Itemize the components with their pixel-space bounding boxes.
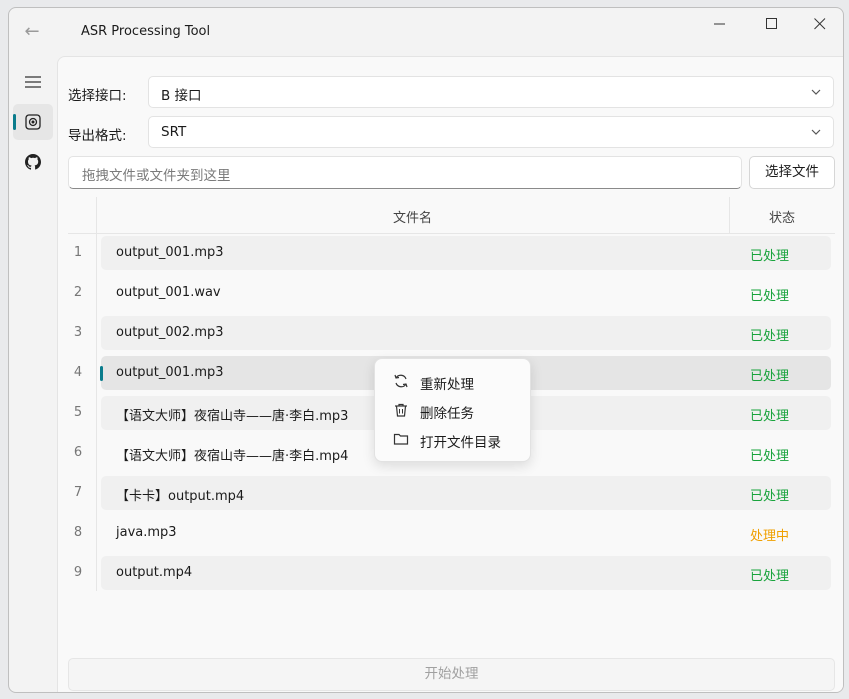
- menu-item-reprocess[interactable]: 重新处理: [375, 367, 530, 395]
- close-button[interactable]: [797, 8, 843, 40]
- maximize-button[interactable]: [749, 8, 795, 40]
- table-row[interactable]: 3 output_002.mp3 已处理: [68, 316, 835, 352]
- row-background: [101, 556, 831, 590]
- title-bar: ← ASR Processing Tool: [9, 8, 843, 56]
- folder-icon: [393, 433, 409, 445]
- minimize-button[interactable]: [697, 8, 743, 40]
- select-file-button[interactable]: 选择文件: [749, 156, 835, 189]
- selection-indicator: [100, 366, 103, 381]
- table-row[interactable]: 2 output_001.wav 已处理: [68, 276, 835, 312]
- sidebar-item-asr[interactable]: [13, 104, 53, 140]
- status-text: 已处理: [750, 369, 790, 384]
- sidebar-item-github[interactable]: [13, 144, 53, 180]
- close-icon: [814, 18, 826, 30]
- trash-icon: [395, 403, 407, 417]
- context-menu: 重新处理 删除任务 打开文件目录: [374, 358, 531, 462]
- refresh-icon: [394, 374, 408, 388]
- file-name: output_001.mp3: [116, 245, 224, 260]
- file-name: 【语文大师】夜宿山寺——唐·李白.mp4: [116, 449, 349, 464]
- status-text: 已处理: [750, 329, 790, 344]
- hamburger-icon: [25, 76, 41, 88]
- table-row[interactable]: 1 output_001.mp3 已处理: [68, 236, 835, 272]
- file-name: output_001.mp3: [116, 365, 224, 380]
- maximize-icon: [766, 18, 777, 29]
- table-row[interactable]: 7 【卡卡】output.mp4 已处理: [68, 476, 835, 512]
- api-select[interactable]: B 接口: [148, 76, 834, 108]
- row-number: 4: [73, 365, 83, 380]
- drop-placeholder: 拖拽文件或文件夹到这里: [82, 168, 231, 184]
- app-window: ← ASR Processing Tool 选择接口: B 接口 导出格式: S…: [8, 7, 844, 693]
- format-select[interactable]: SRT: [148, 116, 834, 148]
- window-title: ASR Processing Tool: [81, 24, 211, 39]
- github-icon: [25, 154, 41, 170]
- header-status[interactable]: 状态: [769, 207, 795, 226]
- drop-input[interactable]: 拖拽文件或文件夹到这里: [68, 156, 742, 189]
- table-header: 文件名 状态: [68, 197, 835, 234]
- file-name: output_001.wav: [116, 285, 221, 300]
- menu-item-open-folder[interactable]: 打开文件目录: [375, 425, 530, 453]
- row-number: 5: [73, 405, 83, 420]
- minimize-icon: [714, 23, 725, 25]
- sidebar: [9, 56, 57, 692]
- active-indicator: [13, 114, 16, 130]
- menu-item-delete[interactable]: 删除任务: [375, 396, 530, 424]
- row-number: 2: [73, 285, 83, 300]
- row-number: 8: [73, 525, 83, 540]
- record-icon: [25, 114, 41, 130]
- chevron-down-icon: [811, 129, 821, 135]
- menu-toggle-button[interactable]: [13, 64, 53, 100]
- file-name: output_002.mp3: [116, 325, 224, 340]
- menu-item-label: 重新处理: [420, 377, 474, 393]
- table-row[interactable]: 8 java.mp3 处理中: [68, 516, 835, 552]
- chevron-down-icon: [811, 89, 821, 95]
- row-number: 1: [73, 245, 83, 260]
- file-name: 【语文大师】夜宿山寺——唐·李白.mp3: [116, 409, 349, 424]
- status-text: 已处理: [750, 569, 790, 584]
- row-number: 3: [73, 325, 83, 340]
- row-number: 6: [73, 445, 83, 460]
- row-number: 9: [73, 565, 83, 580]
- format-select-value: SRT: [161, 124, 187, 140]
- file-name: output.mp4: [116, 565, 193, 580]
- row-background: [101, 516, 831, 550]
- status-text: 处理中: [750, 529, 790, 544]
- status-text: 已处理: [750, 489, 790, 504]
- status-text: 已处理: [750, 249, 790, 264]
- row-number: 7: [73, 485, 83, 500]
- api-label: 选择接口:: [68, 88, 127, 104]
- header-divider: [729, 197, 730, 233]
- status-text: 已处理: [750, 449, 790, 464]
- table-row[interactable]: 9 output.mp4 已处理: [68, 556, 835, 592]
- format-label: 导出格式:: [68, 128, 127, 144]
- menu-item-label: 删除任务: [420, 406, 474, 422]
- file-name: 【卡卡】output.mp4: [116, 489, 245, 504]
- back-button[interactable]: ←: [19, 20, 45, 44]
- header-filename[interactable]: 文件名: [393, 207, 432, 226]
- status-text: 已处理: [750, 409, 790, 424]
- menu-item-label: 打开文件目录: [420, 435, 501, 451]
- file-name: java.mp3: [116, 525, 177, 540]
- arrow-left-icon: ←: [24, 21, 40, 42]
- start-processing-button[interactable]: 开始处理: [68, 658, 835, 691]
- api-select-value: B 接口: [161, 88, 202, 104]
- status-text: 已处理: [750, 289, 790, 304]
